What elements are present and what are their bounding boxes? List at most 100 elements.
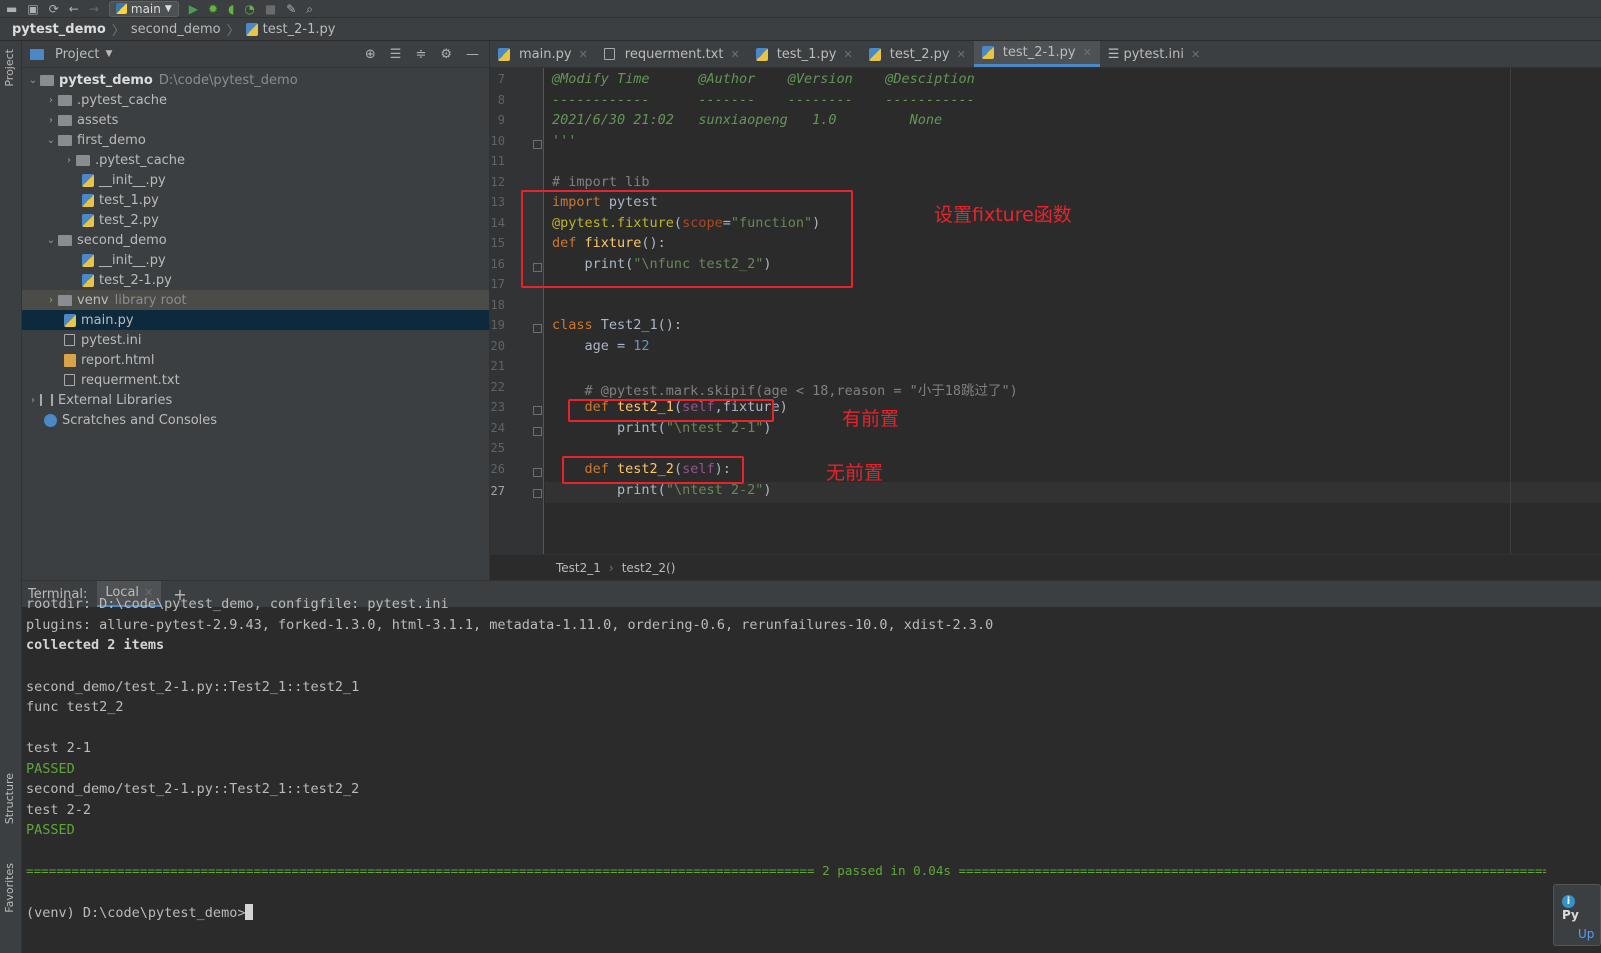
project-view-title[interactable]: Project bbox=[55, 47, 99, 62]
structure-tool-button[interactable]: Structure bbox=[3, 773, 16, 824]
code-editor[interactable]: 7 8 9 10 11 12 13 14 15 16 17 18 19 20 2… bbox=[490, 68, 1601, 554]
terminal-output[interactable]: rootdir: D:\code\pytest_demo, configfile… bbox=[22, 596, 1601, 953]
tree-item[interactable]: __init__.py bbox=[22, 170, 489, 190]
tree-item[interactable]: test_1.py bbox=[22, 190, 489, 210]
tab-requerment-txt[interactable]: requerment.txt ✕ bbox=[596, 41, 748, 67]
open-folder-icon[interactable]: ▬ bbox=[6, 3, 17, 15]
breadcrumb-project[interactable]: pytest_demo bbox=[12, 22, 106, 37]
forward-icon[interactable]: → bbox=[89, 3, 99, 15]
close-icon[interactable]: ✕ bbox=[579, 48, 588, 61]
tree-item-selected[interactable]: main.py bbox=[22, 310, 489, 330]
terminal-line: second_demo/test_2-1.py::Test2_1::test2_… bbox=[26, 781, 360, 797]
tab-test-1-py[interactable]: test_1.py ✕ bbox=[748, 41, 861, 67]
debug-icon[interactable]: ✹ bbox=[208, 3, 218, 15]
project-tree: ⌄ pytest_demo D:\code\pytest_demo › .pyt… bbox=[22, 68, 489, 430]
editor-breadcrumb-method[interactable]: test2_2() bbox=[622, 561, 676, 575]
expand-all-icon[interactable]: ☰ bbox=[390, 47, 402, 62]
back-icon[interactable]: ← bbox=[69, 3, 79, 15]
chevron-right-icon[interactable]: › bbox=[44, 115, 58, 126]
annotation-label-fixture: 设置fixture函数 bbox=[934, 204, 1072, 226]
gear-icon[interactable]: ⚙ bbox=[440, 47, 452, 62]
tree-item[interactable]: test_2.py bbox=[22, 210, 489, 230]
annotation-box-fixture bbox=[521, 190, 853, 288]
breadcrumb-file[interactable]: test_2-1.py bbox=[263, 22, 336, 37]
tab-main-py[interactable]: main.py ✕ bbox=[490, 41, 596, 67]
tree-item[interactable]: report.html bbox=[22, 350, 489, 370]
project-tool-button[interactable]: Project bbox=[3, 49, 16, 87]
tab-test-2-py[interactable]: test_2.py ✕ bbox=[861, 41, 974, 67]
run-configuration-select[interactable]: main ▼ bbox=[108, 0, 179, 17]
locate-icon[interactable]: ⊕ bbox=[365, 47, 376, 62]
close-icon[interactable]: ✕ bbox=[957, 48, 966, 61]
annotation-box-test2-1 bbox=[568, 399, 774, 422]
code-line: class Test2_1(): bbox=[552, 317, 683, 333]
collapse-all-icon[interactable]: ≑ bbox=[415, 47, 426, 62]
tab-test-2-1-py[interactable]: test_2-1.py ✕ bbox=[973, 41, 1100, 67]
sync-icon[interactable]: ⟳ bbox=[49, 3, 59, 15]
tree-item[interactable]: pytest.ini bbox=[22, 330, 489, 350]
close-icon[interactable]: ✕ bbox=[730, 48, 739, 61]
line-number: 24 bbox=[490, 421, 505, 435]
chevron-right-icon[interactable]: › bbox=[44, 295, 58, 306]
fold-marker-icon[interactable] bbox=[533, 140, 542, 149]
profile-icon[interactable]: ◔ bbox=[244, 3, 254, 15]
tree-item[interactable]: › .pytest_cache bbox=[22, 150, 489, 170]
editor-breadcrumb-class[interactable]: Test2_1 bbox=[556, 561, 601, 575]
close-icon[interactable]: ✕ bbox=[1083, 46, 1092, 59]
hide-icon[interactable]: — bbox=[466, 47, 479, 62]
tree-item-label: __init__.py bbox=[99, 172, 166, 188]
chevron-down-icon[interactable]: ⌄ bbox=[26, 75, 40, 86]
stop-icon[interactable]: ■ bbox=[265, 3, 276, 15]
terminal-line: func test2_2 bbox=[26, 699, 124, 715]
tree-item[interactable]: ⌄ first_demo bbox=[22, 130, 489, 150]
line-number: 25 bbox=[490, 441, 505, 455]
tree-item-root[interactable]: ⌄ pytest_demo D:\code\pytest_demo bbox=[22, 70, 489, 90]
run-icon[interactable]: ▶ bbox=[189, 3, 198, 15]
close-icon[interactable]: ✕ bbox=[1191, 48, 1200, 61]
favorites-tool-button[interactable]: Favorites bbox=[3, 863, 16, 913]
tree-item[interactable]: › External Libraries bbox=[22, 390, 489, 410]
annotation-box-test2-2 bbox=[562, 456, 744, 484]
breadcrumb-folder[interactable]: second_demo bbox=[131, 22, 221, 37]
chevron-right-icon[interactable]: › bbox=[62, 155, 76, 166]
tree-item-label: test_2.py bbox=[99, 212, 159, 228]
tree-item-venv[interactable]: › venv library root bbox=[22, 290, 489, 310]
code-line: 2021/6/30 21:02 sunxiaopeng 1.0 None bbox=[552, 112, 943, 128]
folder-icon bbox=[58, 94, 72, 106]
notification-popup[interactable]: i Py Up bbox=[1553, 884, 1601, 946]
coverage-icon[interactable]: ◖ bbox=[228, 3, 234, 15]
tree-item[interactable]: test_2-1.py bbox=[22, 270, 489, 290]
tree-item[interactable]: requerment.txt bbox=[22, 370, 489, 390]
chevron-down-icon[interactable]: ⌄ bbox=[44, 235, 58, 246]
terminal-line: plugins: allure-pytest-2.9.43, forked-1.… bbox=[26, 617, 994, 633]
save-icon[interactable]: ▣ bbox=[27, 3, 38, 15]
notification-link[interactable]: Up bbox=[1578, 927, 1594, 941]
wrench-icon[interactable]: ✎ bbox=[286, 3, 296, 15]
tab-pytest-ini[interactable]: ☰ pytest.ini ✕ bbox=[1100, 41, 1208, 67]
line-number: 26 bbox=[490, 462, 505, 476]
tree-item[interactable]: › .pytest_cache bbox=[22, 90, 489, 110]
fold-marker-icon[interactable] bbox=[533, 468, 542, 477]
fold-marker-icon[interactable] bbox=[533, 489, 542, 498]
tab-label: pytest.ini bbox=[1123, 46, 1184, 62]
tree-item[interactable]: ⌄ second_demo bbox=[22, 230, 489, 250]
tab-label: test_2.py bbox=[889, 46, 950, 62]
search-icon[interactable]: ⌕ bbox=[306, 3, 313, 15]
terminal-prompt-line[interactable]: (venv) D:\code\pytest_demo> bbox=[26, 904, 254, 921]
python-file-icon bbox=[82, 273, 94, 287]
tree-item[interactable]: › assets bbox=[22, 110, 489, 130]
chevron-right-icon[interactable]: › bbox=[26, 395, 40, 406]
ini-file-icon: ☰ bbox=[1107, 46, 1120, 62]
tab-label: requerment.txt bbox=[624, 46, 724, 62]
editor-tab-bar: main.py ✕ requerment.txt ✕ test_1.py ✕ test… bbox=[490, 41, 1601, 68]
fold-marker-icon[interactable] bbox=[533, 406, 542, 415]
close-icon[interactable]: ✕ bbox=[844, 48, 853, 61]
python-file-icon bbox=[82, 173, 94, 187]
chevron-down-icon[interactable]: ⌄ bbox=[44, 135, 58, 146]
chevron-down-icon[interactable]: ▼ bbox=[105, 49, 112, 59]
fold-marker-icon[interactable] bbox=[533, 324, 542, 333]
tree-item[interactable]: __init__.py bbox=[22, 250, 489, 270]
fold-marker-icon[interactable] bbox=[533, 427, 542, 436]
chevron-right-icon[interactable]: › bbox=[44, 95, 58, 106]
tree-item[interactable]: Scratches and Consoles bbox=[22, 410, 489, 430]
